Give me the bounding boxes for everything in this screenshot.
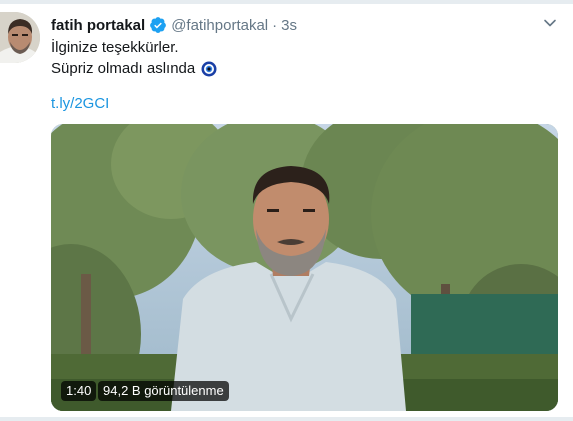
- verified-badge-icon: [150, 17, 167, 33]
- tweet-header: fatih portakal @fatihportakal · 3s: [51, 14, 297, 36]
- tweet-timestamp[interactable]: 3s: [281, 17, 297, 34]
- nazar-amulet-icon: [201, 61, 217, 76]
- video-player[interactable]: [51, 124, 558, 411]
- video-duration-badge: 1:40: [61, 381, 97, 401]
- chevron-down-icon[interactable]: [543, 16, 557, 30]
- author-handle[interactable]: @fatihportakal: [171, 17, 268, 34]
- tweet-text-line-2: Süpriz olmadı aslında: [51, 60, 196, 77]
- tweet-text-line-1: İlginize teşekkürler.: [51, 39, 179, 56]
- video-views-badge: 94,2 B görüntülenme: [98, 381, 229, 401]
- author-name[interactable]: fatih portakal: [51, 17, 145, 34]
- tweet-text: İlginize teşekkürler. Süpriz olmadı aslı…: [51, 37, 217, 79]
- header-separator: ·: [272, 16, 278, 34]
- video-thumbnail: [51, 124, 558, 411]
- tweet-link[interactable]: t.ly/2GCI: [51, 95, 109, 112]
